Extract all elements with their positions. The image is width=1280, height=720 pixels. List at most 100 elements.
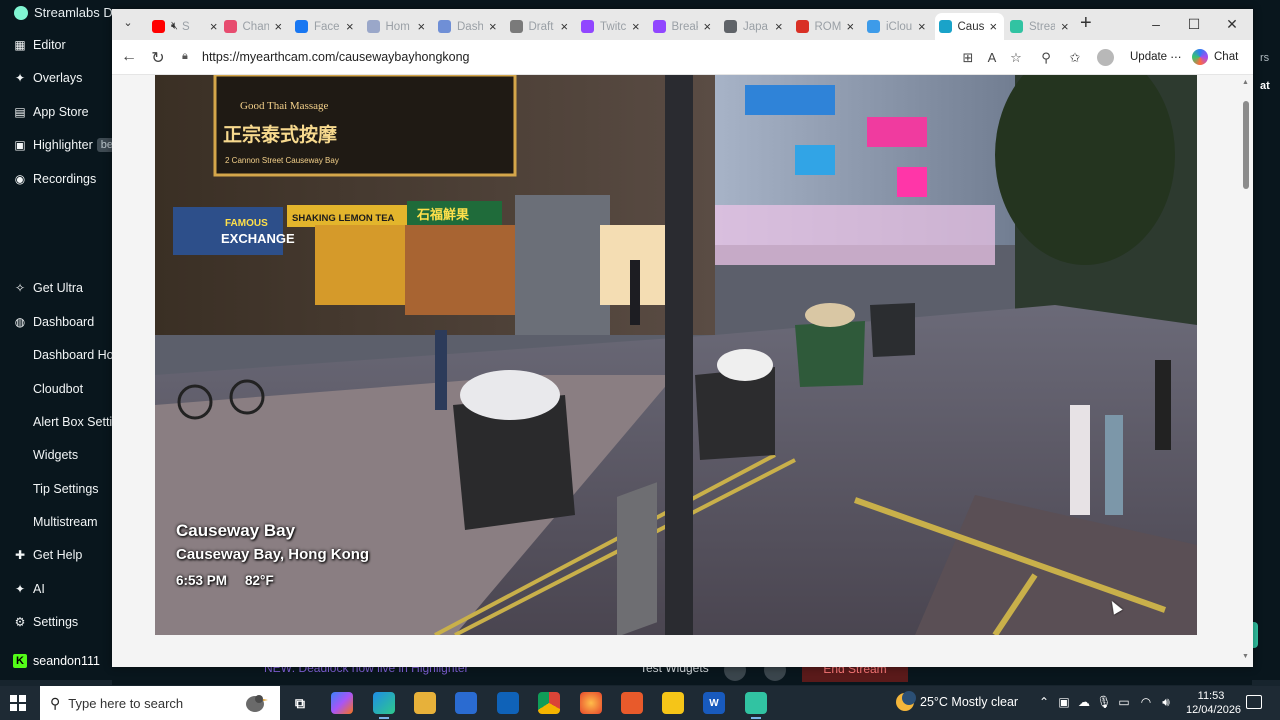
user-profile[interactable]: K seandon111 <box>0 646 112 676</box>
tab-label: S <box>181 20 190 33</box>
wifi-icon[interactable]: ◠ <box>1138 695 1154 709</box>
brave-icon[interactable] <box>621 692 643 714</box>
maximize-icon[interactable]: ☐ <box>1184 15 1204 33</box>
close-tab-icon[interactable]: × <box>489 19 497 34</box>
microsoft-store-icon[interactable] <box>455 692 477 714</box>
close-tab-icon[interactable]: × <box>561 19 569 34</box>
page-scrollbar[interactable]: ▲ ▼ <box>1240 75 1252 667</box>
sidebar-item-tip-settings[interactable]: Tip Settings <box>0 475 112 503</box>
sidebar-item-settings[interactable]: ⚙ Settings <box>0 608 112 636</box>
sidebar-item-get-ultra[interactable]: ✧ Get Ultra <box>0 274 112 302</box>
youtube-icon <box>152 20 165 33</box>
tab-draft[interactable]: Draft × <box>506 13 576 40</box>
tab-home[interactable]: Hom × <box>363 13 433 40</box>
address-bar[interactable]: 🔒︎ https://myearthcam.com/causewaybayhon… <box>174 44 974 70</box>
taskbar-search[interactable]: ⚲ <box>40 686 280 720</box>
close-tab-icon[interactable]: × <box>275 19 283 34</box>
webcam-time-temp: 6:53 PM 82°F <box>176 573 369 588</box>
sidebar-item-ai[interactable]: ✦ AI <box>0 575 112 603</box>
sidebar-item-highlighter[interactable]: ▣ Highlighter be <box>0 131 112 159</box>
profile-avatar[interactable] <box>1097 49 1114 66</box>
tab-facebook[interactable]: Faceb × <box>291 13 361 40</box>
system-clock[interactable]: 11:53 12/04/2026 <box>1186 689 1241 717</box>
extensions-icon[interactable]: ⚲ <box>1038 50 1054 66</box>
task-view-icon[interactable]: ⧉ <box>289 692 311 714</box>
tab-twitch[interactable]: Twitc × <box>577 13 647 40</box>
right-panel-text: at <box>1260 80 1270 92</box>
tab-actions-menu-icon[interactable]: ⌄ <box>120 16 136 32</box>
sidebar-item-get-help[interactable]: ✚ Get Help <box>0 541 112 569</box>
windows-start-icon[interactable] <box>10 695 26 711</box>
sidebar-item-app-store[interactable]: ▤ App Store <box>0 98 112 126</box>
ultra-icon: ✧ <box>14 281 26 295</box>
sidebar-item-recordings[interactable]: ◉ Recordings <box>0 165 112 193</box>
mail-icon[interactable] <box>497 692 519 714</box>
copilot-chat-button[interactable]: Chat <box>1192 45 1238 69</box>
scrollbar-thumb[interactable] <box>1243 101 1249 189</box>
tray-app-icon[interactable]: ▣ <box>1056 695 1072 709</box>
close-tab-icon[interactable]: × <box>632 19 640 34</box>
word-icon[interactable]: W <box>703 692 725 714</box>
tab-channel[interactable]: Chan × <box>220 13 290 40</box>
read-aloud-icon[interactable]: A <box>984 50 1000 66</box>
streamlabs-taskbar-icon[interactable] <box>745 692 767 719</box>
tab-icloud[interactable]: iClou × <box>863 13 933 40</box>
close-tab-icon[interactable]: × <box>990 19 998 34</box>
scroll-up-icon[interactable]: ▲ <box>1242 79 1249 86</box>
tab-break[interactable]: Break × <box>649 13 719 40</box>
update-button[interactable]: Update ⋯ <box>1124 46 1188 68</box>
tab-label: Strea <box>1029 20 1055 33</box>
webcam-video[interactable]: Good Thai Massage 正宗泰式按摩 2 Cannon Street… <box>155 75 1197 635</box>
copilot-taskbar-icon[interactable] <box>331 692 353 714</box>
scroll-down-icon[interactable]: ▼ <box>1242 653 1249 660</box>
close-tab-icon[interactable]: × <box>918 19 926 34</box>
volume-icon[interactable]: 🔊︎ <box>1158 695 1174 710</box>
close-tab-icon[interactable]: × <box>1061 19 1069 34</box>
tab-youtube[interactable]: 🔇︎ S × <box>148 13 218 40</box>
app-available-icon[interactable]: ⊞ <box>960 50 976 66</box>
close-tab-icon[interactable]: × <box>346 19 354 34</box>
close-tab-icon[interactable]: × <box>847 19 855 34</box>
favorites-icon[interactable]: ✩ <box>1067 50 1083 66</box>
sidebar-item-cloudbot[interactable]: Cloudbot <box>0 375 112 403</box>
sidebar-label: Editor <box>33 38 66 52</box>
sticky-notes-icon[interactable] <box>662 692 684 714</box>
onedrive-icon[interactable]: ☁ <box>1076 695 1092 709</box>
close-tab-icon[interactable]: × <box>210 19 218 34</box>
favorite-star-icon[interactable]: ☆ <box>1008 50 1024 66</box>
minimize-icon[interactable]: – <box>1146 15 1166 33</box>
chrome-icon[interactable] <box>538 692 560 714</box>
notification-center-icon[interactable] <box>1246 695 1262 709</box>
tab-dashboard-tab[interactable]: Dash × <box>434 13 504 40</box>
windows-taskbar: ⚲ ⧉ W 25°C Mostly clear ⌃ ▣ ☁ 🎙︎ ▭ ◠ 🔊︎ … <box>0 686 1280 720</box>
battery-icon[interactable]: ▭ <box>1116 695 1132 709</box>
tab-edge-tab[interactable]: Caus × <box>934 13 1004 40</box>
tab-search-tab[interactable]: Japa × <box>720 13 790 40</box>
tab-muted-icon[interactable]: 🔇︎ <box>171 20 178 33</box>
sidebar-item-dashboard[interactable]: ◍ Dashboard <box>0 308 112 336</box>
url-text[interactable]: https://myearthcam.com/causewaybayhongko… <box>202 50 470 64</box>
sidebar-item-overlays[interactable]: ✦ Overlays <box>0 64 112 92</box>
back-icon[interactable]: ← <box>119 48 139 66</box>
new-tab-button[interactable]: + <box>1080 13 1092 33</box>
sidebar-item-widgets[interactable]: Widgets <box>0 441 112 469</box>
sidebar-item-alert-box[interactable]: Alert Box Settin <box>0 408 112 436</box>
site-info-icon[interactable]: 🔒︎ <box>182 50 188 63</box>
sidebar-item-dashboard-home[interactable]: Dashboard Hor <box>0 341 112 369</box>
close-tab-icon[interactable]: × <box>775 19 783 34</box>
search-input[interactable] <box>68 695 219 711</box>
close-tab-icon[interactable]: × <box>418 19 426 34</box>
tab-streamlabs-tab[interactable]: Strea × <box>1006 13 1076 40</box>
close-window-icon[interactable]: ✕ <box>1222 15 1242 33</box>
weather-widget[interactable]: 25°C Mostly clear <box>896 691 1018 711</box>
edge-taskbar-icon[interactable] <box>373 692 395 719</box>
show-hidden-icons-icon[interactable]: ⌃ <box>1036 695 1052 709</box>
refresh-icon[interactable]: ↻ <box>148 48 168 68</box>
microphone-icon[interactable]: 🎙︎ <box>1096 695 1112 709</box>
tab-gmail[interactable]: ROM × <box>792 13 862 40</box>
firefox-icon[interactable] <box>580 692 602 714</box>
sidebar-item-multistream[interactable]: Multistream <box>0 508 112 536</box>
sidebar-item-editor[interactable]: ▦ Editor <box>0 31 112 59</box>
file-explorer-icon[interactable] <box>414 692 436 714</box>
close-tab-icon[interactable]: × <box>704 19 712 34</box>
